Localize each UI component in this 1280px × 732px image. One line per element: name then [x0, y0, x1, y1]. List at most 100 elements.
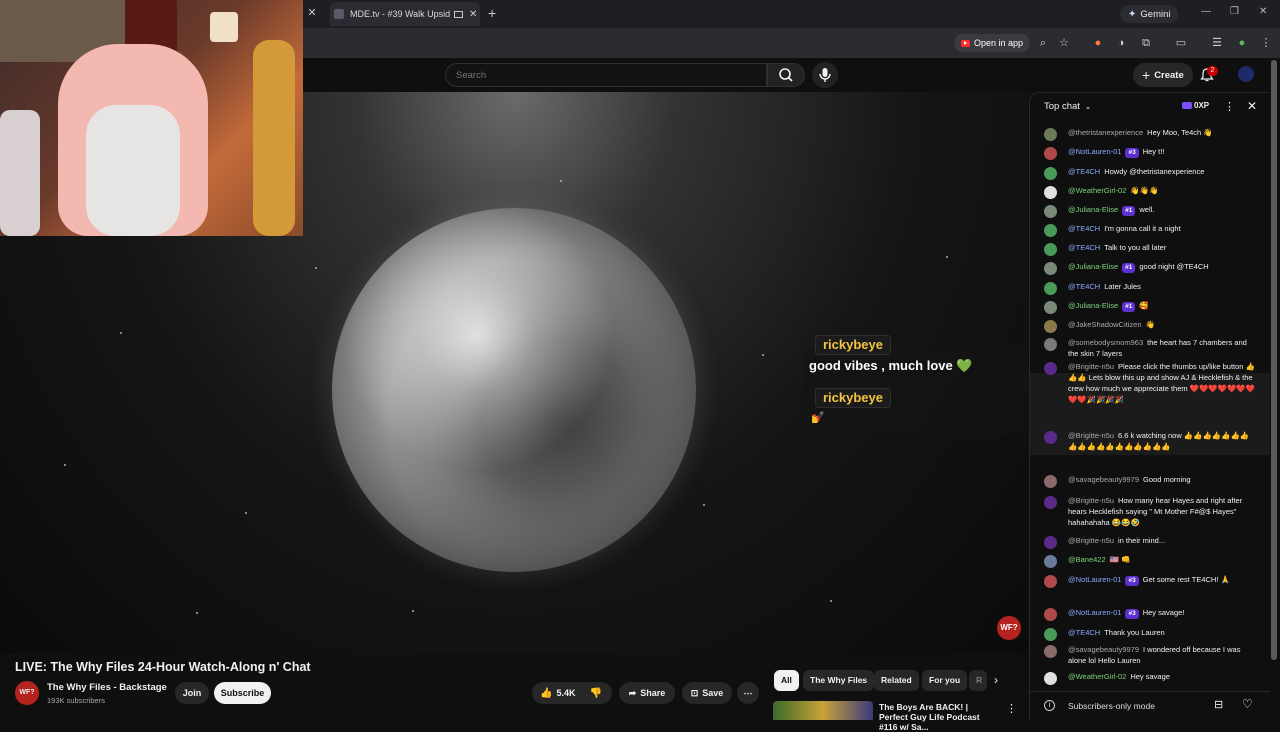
chat-author-name[interactable]: @TE4CH — [1068, 167, 1100, 176]
bookmark-star-icon[interactable]: ☆ — [1057, 36, 1071, 50]
chat-message[interactable]: @Brigitte-n5u 6.6 k watching now 👍👍👍👍👍👍👍👍… — [1044, 430, 1256, 452]
chat-message[interactable]: @Bane422 🇺🇸 👊 — [1044, 554, 1256, 568]
chat-author-name[interactable]: @JakeShadowCitizen — [1068, 320, 1141, 329]
channel-name[interactable]: The Why Files - Backstage — [47, 682, 167, 693]
chips-next-chevron-icon[interactable]: › — [994, 673, 998, 687]
chat-author-name[interactable]: @WeatherGirl-02 — [1068, 672, 1126, 681]
chat-message[interactable]: @Brigitte-n5u Please click the thumbs up/… — [1044, 361, 1256, 405]
tab-active[interactable]: MDE.tv - #39 Walk Upside D ✕ — [330, 2, 480, 26]
chip-the-why-files[interactable]: The Why Files — [803, 670, 875, 691]
chat-author-avatar[interactable] — [1044, 362, 1057, 375]
chat-message[interactable]: @NotLauren-01 #3 Hey t!! — [1044, 146, 1256, 160]
chat-message[interactable]: @JakeShadowCitizen 👋 — [1044, 319, 1256, 333]
chat-author-name[interactable]: @Juliana-Elise — [1068, 262, 1118, 271]
chat-author-avatar[interactable] — [1044, 224, 1057, 237]
chat-message[interactable]: @TE4CH Thank you Lauren — [1044, 627, 1256, 641]
chat-author-avatar[interactable] — [1044, 320, 1057, 333]
reading-list-icon[interactable]: ☰ — [1210, 36, 1224, 50]
chat-message[interactable]: @Juliana-Elise #1 good night @TE4CH — [1044, 261, 1256, 275]
profile-avatar-icon[interactable]: ● — [1235, 36, 1249, 50]
cast-icon[interactable]: ▭ — [1174, 36, 1188, 50]
more-vertical-icon[interactable]: ⋮ — [1006, 702, 1017, 715]
more-actions-button[interactable]: ⋯ — [737, 682, 759, 704]
minimize-icon[interactable]: — — [1201, 6, 1211, 17]
chat-author-avatar[interactable] — [1044, 608, 1057, 621]
chat-author-avatar[interactable] — [1044, 475, 1057, 488]
close-chat-icon[interactable]: ✕ — [1247, 99, 1257, 113]
chat-message[interactable]: @Juliana-Elise #1 well. — [1044, 204, 1256, 218]
heart-reaction-icon[interactable]: ♡ — [1242, 697, 1253, 711]
chat-message[interactable]: @WeatherGirl-02 👋👋👋 — [1044, 185, 1256, 199]
chat-author-avatar[interactable] — [1044, 243, 1057, 256]
chat-author-avatar[interactable] — [1044, 496, 1057, 509]
save-button[interactable]: ⊡ Save — [682, 682, 732, 704]
chat-author-name[interactable]: @TE4CH — [1068, 282, 1100, 291]
voice-search-button[interactable] — [812, 62, 838, 88]
new-tab-button[interactable]: + — [488, 5, 496, 21]
chat-message[interactable]: @TE4CH I'm gonna call it a night — [1044, 223, 1256, 237]
chat-author-name[interactable]: @TE4CH — [1068, 628, 1100, 637]
xp-badge[interactable]: 0XP — [1182, 101, 1209, 110]
chat-message[interactable]: @savagebeauty9979 I wondered off because … — [1044, 644, 1256, 666]
join-button[interactable]: Join — [175, 682, 209, 704]
chat-author-avatar[interactable] — [1044, 186, 1057, 199]
account-avatar[interactable] — [1238, 66, 1254, 82]
chat-author-name[interactable]: @NotLauren-01 — [1068, 608, 1121, 617]
chat-message[interactable]: @savagebeauty9979 Good morning — [1044, 474, 1256, 488]
close-tab-icon[interactable]: ✕ — [469, 9, 477, 20]
extension-icon[interactable]: ● — [1091, 36, 1105, 50]
chat-message[interactable]: @somebodysmom963 the heart has 7 chambers… — [1044, 337, 1256, 359]
chat-author-avatar[interactable] — [1044, 301, 1057, 314]
channel-avatar[interactable]: WF? — [15, 681, 39, 705]
close-tab-icon[interactable]: ✕ — [306, 7, 318, 19]
chat-message[interactable]: @Brigitte-n5u in their mind... — [1044, 535, 1256, 549]
scrollbar-thumb[interactable] — [1271, 60, 1277, 660]
like-count[interactable]: 5.4K — [556, 688, 575, 698]
chat-input-bar[interactable]: i Subscribers-only mode ⊟ ♡ — [1030, 691, 1270, 721]
chat-author-name[interactable]: @thetristanexperience — [1068, 128, 1143, 137]
chat-author-name[interactable]: @Juliana-Elise — [1068, 205, 1118, 214]
chat-message[interactable]: @Brigitte-n5u How many hear Hayes and rig… — [1044, 495, 1256, 528]
chat-author-name[interactable]: @Brigitte-n5u — [1068, 431, 1114, 440]
chat-author-avatar[interactable] — [1044, 536, 1057, 549]
chat-author-avatar[interactable] — [1044, 672, 1057, 685]
chip-all[interactable]: All — [774, 670, 799, 691]
recommended-video-title[interactable]: The Boys Are BACK! | Perfect Guy Life Po… — [879, 702, 997, 732]
chat-message[interactable]: @TE4CH Talk to you all later — [1044, 242, 1256, 256]
chat-message[interactable]: @NotLauren-01 #3 Hey savage! — [1044, 607, 1256, 621]
extension-icon[interactable]: ◑ — [1114, 36, 1128, 50]
chat-author-avatar[interactable] — [1044, 262, 1057, 275]
chip-for-you[interactable]: For you — [922, 670, 968, 691]
chat-author-name[interactable]: @Brigitte-n5u — [1068, 496, 1114, 505]
chat-menu-icon[interactable]: ⋮ — [1224, 100, 1235, 113]
chat-author-avatar[interactable] — [1044, 205, 1057, 218]
chip-related[interactable]: Related — [874, 670, 919, 691]
search-input[interactable] — [445, 63, 767, 87]
extensions-puzzle-icon[interactable]: ⧉ — [1139, 36, 1153, 50]
restore-icon[interactable]: ❐ — [1230, 6, 1239, 17]
chat-author-avatar[interactable] — [1044, 147, 1057, 160]
chat-author-avatar[interactable] — [1044, 575, 1057, 588]
chat-author-name[interactable]: @Juliana-Elise — [1068, 301, 1118, 310]
chat-author-name[interactable]: @Brigitte-n5u — [1068, 536, 1114, 545]
chat-author-name[interactable]: @somebodysmom963 — [1068, 338, 1143, 347]
browser-menu-icon[interactable]: ⋮ — [1259, 36, 1273, 50]
create-button[interactable]: + Create — [1133, 63, 1193, 87]
chat-author-avatar[interactable] — [1044, 167, 1057, 180]
gemini-button[interactable]: ✦ Gemini — [1120, 5, 1179, 23]
chat-author-avatar[interactable] — [1044, 338, 1057, 351]
page-scrollbar[interactable] — [1271, 60, 1277, 660]
chat-mode-dropdown[interactable]: Top chat ⌄ — [1044, 101, 1091, 112]
chat-author-name[interactable]: @WeatherGirl-02 — [1068, 186, 1126, 195]
chat-message[interactable]: @WeatherGirl-02 Hey savage — [1044, 671, 1256, 685]
chat-author-name[interactable]: @TE4CH — [1068, 243, 1100, 252]
chat-author-name[interactable]: @savagebeauty9979 — [1068, 645, 1139, 654]
zoom-icon[interactable]: ⌕ — [1036, 36, 1050, 50]
subscribe-button[interactable]: Subscribe — [214, 682, 271, 704]
chat-message[interactable]: @thetristanexperience Hey Moo, Te4ch 👋 — [1044, 127, 1256, 141]
share-button[interactable]: ➦ Share — [619, 682, 675, 704]
chat-message[interactable]: @TE4CH Howdy @thetristanexperience — [1044, 166, 1256, 180]
open-in-app-button[interactable]: Open in app — [954, 34, 1031, 52]
chat-author-avatar[interactable] — [1044, 282, 1057, 295]
chat-author-avatar[interactable] — [1044, 645, 1057, 658]
